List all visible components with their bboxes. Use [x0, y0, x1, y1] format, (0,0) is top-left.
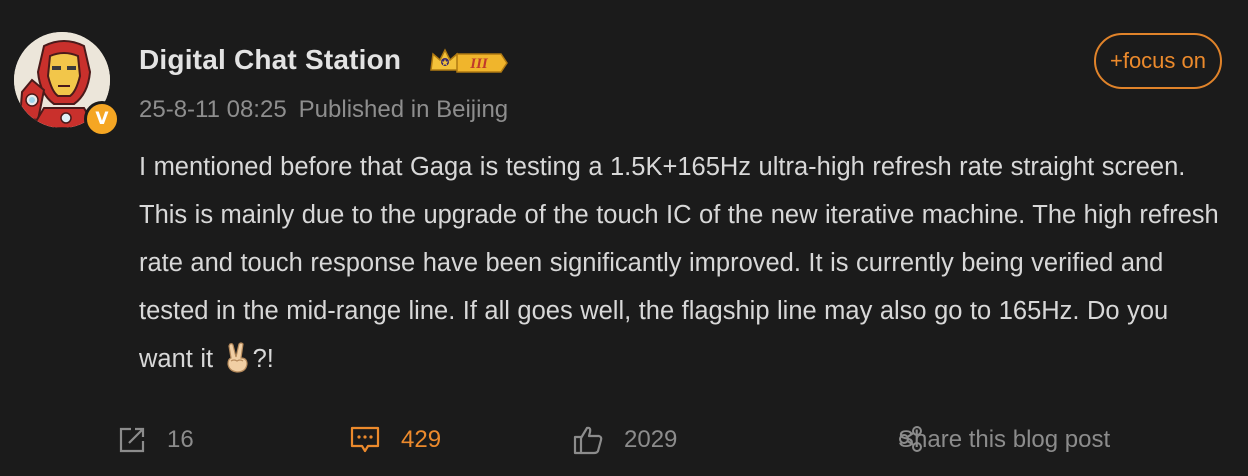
post-text: I mentioned before that Gaga is testing …: [139, 153, 1219, 373]
like-button[interactable]: 2029: [572, 418, 677, 462]
verified-badge: V: [84, 101, 120, 137]
repost-button[interactable]: 16: [117, 418, 194, 462]
avatar[interactable]: V: [14, 32, 120, 137]
like-count: 2029: [624, 426, 678, 453]
post-timestamp[interactable]: 25-8-11 08:25: [139, 96, 287, 123]
victory-hand-emoji-icon: [227, 342, 248, 373]
post-location: Published in Beijing: [298, 96, 509, 123]
follow-button[interactable]: +focus on: [1094, 33, 1222, 89]
action-bar: 16 429 2029 Share this blog post: [0, 418, 1248, 462]
comment-button[interactable]: 429: [349, 418, 441, 462]
repost-count: 16: [167, 426, 194, 453]
post-text-end: ?!: [252, 345, 274, 373]
share-button[interactable]: Share this blog post: [898, 418, 1110, 462]
post-content: I mentioned before that Gaga is testing …: [139, 143, 1229, 383]
blog-post-card: V Digital Chat Station III 25-8-11 08:25…: [0, 0, 1248, 476]
author-name[interactable]: Digital Chat Station: [139, 44, 401, 76]
comment-icon: [350, 426, 380, 453]
crown-level-badge-icon[interactable]: III: [429, 44, 509, 78]
share-label: Share this blog post: [898, 426, 1111, 453]
thumbs-up-icon: [573, 426, 603, 455]
repost-icon: [119, 427, 145, 453]
level-badge-text: III: [469, 56, 489, 72]
comment-count: 429: [401, 426, 442, 453]
post-meta: 25-8-11 08:25 Published in Beijing: [139, 96, 508, 124]
